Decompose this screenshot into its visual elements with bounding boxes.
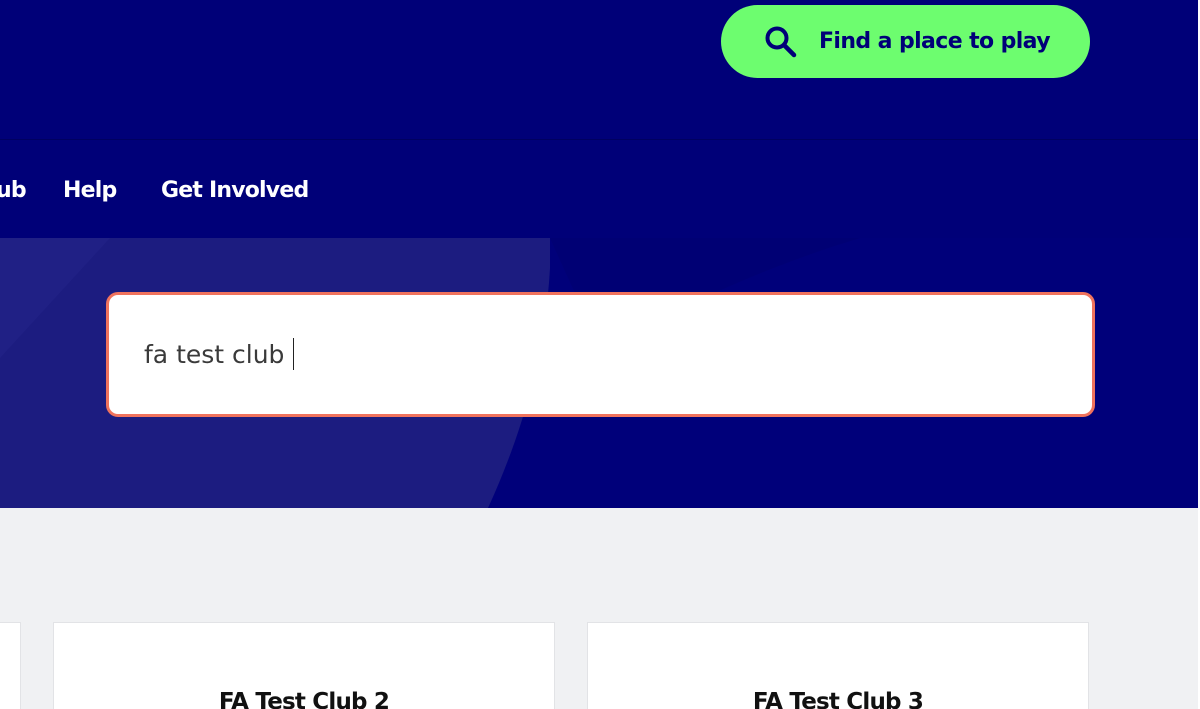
top-header: Find a place to play bbox=[0, 0, 1200, 139]
nav-item-help[interactable]: Help bbox=[63, 178, 117, 203]
page: Find a place to play ub Help Get Involve… bbox=[0, 0, 1200, 709]
find-a-place-to-play-label: Find a place to play bbox=[819, 29, 1051, 54]
search-icon bbox=[763, 24, 799, 60]
club-search-input[interactable] bbox=[112, 297, 1089, 411]
result-card-title: FA Test Club 3 bbox=[752, 689, 924, 709]
result-card-title: FA Test Club 2 bbox=[218, 689, 390, 709]
main-nav: ub Help Get Involved bbox=[0, 139, 1200, 238]
result-card[interactable]: FA Test Club 3 bbox=[588, 623, 1088, 709]
text-caret bbox=[293, 338, 294, 370]
find-a-place-to-play-button[interactable]: Find a place to play bbox=[721, 5, 1090, 78]
nav-item-club[interactable]: ub bbox=[0, 178, 27, 203]
result-card[interactable] bbox=[0, 623, 20, 709]
result-card[interactable]: FA Test Club 2 bbox=[54, 623, 554, 709]
nav-item-get-involved[interactable]: Get Involved bbox=[161, 178, 309, 203]
